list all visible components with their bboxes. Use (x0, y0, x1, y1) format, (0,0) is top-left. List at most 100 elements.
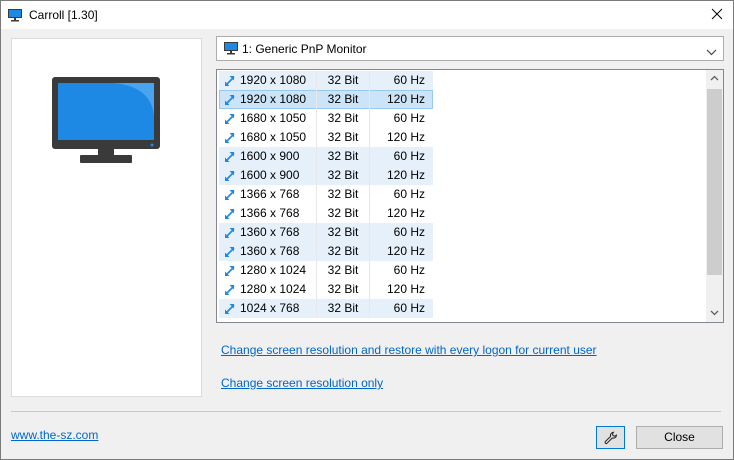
resize-arrow-icon (225, 114, 235, 124)
resolution-text: 1920 x 1080 (240, 73, 307, 87)
resize-arrow-icon (225, 76, 235, 86)
scroll-up-button[interactable] (706, 70, 723, 87)
resolution-row[interactable]: 1920 x 1080 32 Bit 60 Hz (219, 71, 433, 90)
refresh-rate-cell: 120 Hz (386, 244, 425, 258)
resolution-text: 1280 x 1024 (240, 282, 307, 296)
resize-arrow-icon (225, 133, 235, 143)
resolution-cell: 1680 x 1050 (219, 109, 315, 128)
refresh-rate-cell: 120 Hz (386, 168, 425, 182)
color-depth-cell: 32 Bit (316, 242, 370, 261)
resolution-text: 1680 x 1050 (240, 130, 307, 144)
resize-arrow-icon (225, 209, 235, 219)
refresh-rate-cell: 120 Hz (386, 92, 425, 106)
window-close-button[interactable] (701, 1, 733, 29)
refresh-rate-cell: 60 Hz (393, 149, 425, 163)
wrench-icon (604, 431, 618, 445)
resolution-row[interactable]: 1600 x 900 32 Bit 60 Hz (219, 147, 433, 166)
resize-arrow-icon (225, 228, 235, 238)
resolution-text: 1920 x 1080 (240, 92, 307, 106)
resolution-row[interactable]: 1920 x 1080 32 Bit 120 Hz (219, 90, 433, 109)
resolution-text: 1360 x 768 (240, 244, 300, 258)
color-depth-cell: 32 Bit (316, 223, 370, 242)
refresh-rate-cell: 60 Hz (393, 301, 425, 315)
color-depth-cell: 32 Bit (316, 128, 370, 147)
resolution-row[interactable]: 1024 x 768 32 Bit 60 Hz (219, 299, 433, 318)
resolution-row[interactable]: 1680 x 1050 32 Bit 60 Hz (219, 109, 433, 128)
refresh-rate-cell: 120 Hz (386, 130, 425, 144)
refresh-rate-cell: 60 Hz (393, 187, 425, 201)
resolution-row[interactable]: 1366 x 768 32 Bit 60 Hz (219, 185, 433, 204)
resolution-cell: 1680 x 1050 (219, 128, 315, 147)
divider (11, 411, 721, 412)
close-button[interactable]: Close (636, 426, 723, 449)
close-icon (711, 8, 723, 20)
resolution-list[interactable]: 1920 x 1080 32 Bit 60 Hz 1920 x 1080 32 Bit 1… (216, 69, 724, 323)
chevron-up-icon (710, 75, 719, 81)
color-depth-cell: 32 Bit (316, 280, 370, 299)
resize-arrow-icon (225, 190, 235, 200)
scroll-down-button[interactable] (706, 305, 723, 322)
resolution-row[interactable]: 1280 x 1024 32 Bit 120 Hz (219, 280, 433, 299)
resolution-cell: 1024 x 768 (219, 299, 315, 318)
monitor-dropdown[interactable]: 1: Generic PnP Monitor (216, 36, 724, 61)
resolution-cell: 1600 x 900 (219, 166, 315, 185)
resolution-cell: 1360 x 768 (219, 242, 315, 261)
monitor-icon (224, 42, 238, 58)
monitor-icon (52, 77, 160, 163)
resolution-row[interactable]: 1600 x 900 32 Bit 120 Hz (219, 166, 433, 185)
resolution-row[interactable]: 1360 x 768 32 Bit 60 Hz (219, 223, 433, 242)
resize-arrow-icon (225, 171, 235, 181)
resolution-cell: 1920 x 1080 (219, 71, 315, 90)
refresh-rate-cell: 120 Hz (386, 206, 425, 220)
resolution-row[interactable]: 1360 x 768 32 Bit 120 Hz (219, 242, 433, 261)
resolution-text: 1600 x 900 (240, 168, 300, 182)
resolution-text: 1680 x 1050 (240, 111, 307, 125)
restore-each-logon-link[interactable]: Change screen resolution and restore wit… (221, 343, 597, 357)
settings-button[interactable] (596, 426, 625, 449)
resolution-text: 1600 x 900 (240, 149, 300, 163)
monitor-preview-panel (11, 38, 202, 397)
resolution-row[interactable]: 1366 x 768 32 Bit 120 Hz (219, 204, 433, 223)
resolution-cell: 1366 x 768 (219, 204, 315, 223)
resolution-cell: 1600 x 900 (219, 147, 315, 166)
app-window: Carroll [1.30] 1: Generic PnP Monitor 19… (0, 0, 734, 460)
resolution-text: 1366 x 768 (240, 187, 300, 201)
color-depth-cell: 32 Bit (316, 147, 370, 166)
resolution-text: 1366 x 768 (240, 206, 300, 220)
color-depth-cell: 32 Bit (316, 109, 370, 128)
color-depth-cell: 32 Bit (316, 185, 370, 204)
resize-arrow-icon (225, 304, 235, 314)
resolution-cell: 1366 x 768 (219, 185, 315, 204)
resolution-cell: 1280 x 1024 (219, 280, 315, 299)
color-depth-cell: 32 Bit (316, 204, 370, 223)
resolution-row[interactable]: 1680 x 1050 32 Bit 120 Hz (219, 128, 433, 147)
resolution-text: 1360 x 768 (240, 225, 300, 239)
resize-arrow-icon (225, 247, 235, 257)
resize-arrow-icon (225, 285, 235, 295)
chevron-down-icon (710, 310, 719, 316)
resolution-row[interactable]: 1280 x 1024 32 Bit 60 Hz (219, 261, 433, 280)
refresh-rate-cell: 60 Hz (393, 73, 425, 87)
resolution-cell: 1920 x 1080 (219, 90, 315, 109)
color-depth-cell: 32 Bit (316, 299, 370, 318)
resize-arrow-icon (225, 266, 235, 276)
website-link[interactable]: www.the-sz.com (11, 428, 98, 442)
color-depth-cell: 32 Bit (316, 71, 370, 90)
color-depth-cell: 32 Bit (316, 90, 370, 109)
resolution-text: 1280 x 1024 (240, 263, 307, 277)
refresh-rate-cell: 60 Hz (393, 225, 425, 239)
resize-arrow-icon (225, 95, 235, 105)
monitor-dropdown-value: 1: Generic PnP Monitor (242, 42, 367, 56)
refresh-rate-cell: 60 Hz (393, 263, 425, 277)
refresh-rate-cell: 120 Hz (386, 282, 425, 296)
color-depth-cell: 32 Bit (316, 261, 370, 280)
resolution-text: 1024 x 768 (240, 301, 300, 315)
change-resolution-only-link[interactable]: Change screen resolution only (221, 376, 383, 390)
list-scrollbar[interactable] (706, 70, 723, 322)
scroll-thumb[interactable] (707, 89, 722, 275)
chevron-down-icon (706, 45, 717, 59)
title-bar[interactable]: Carroll [1.30] (1, 1, 733, 29)
resolution-cell: 1360 x 768 (219, 223, 315, 242)
resolution-cell: 1280 x 1024 (219, 261, 315, 280)
resize-arrow-icon (225, 152, 235, 162)
